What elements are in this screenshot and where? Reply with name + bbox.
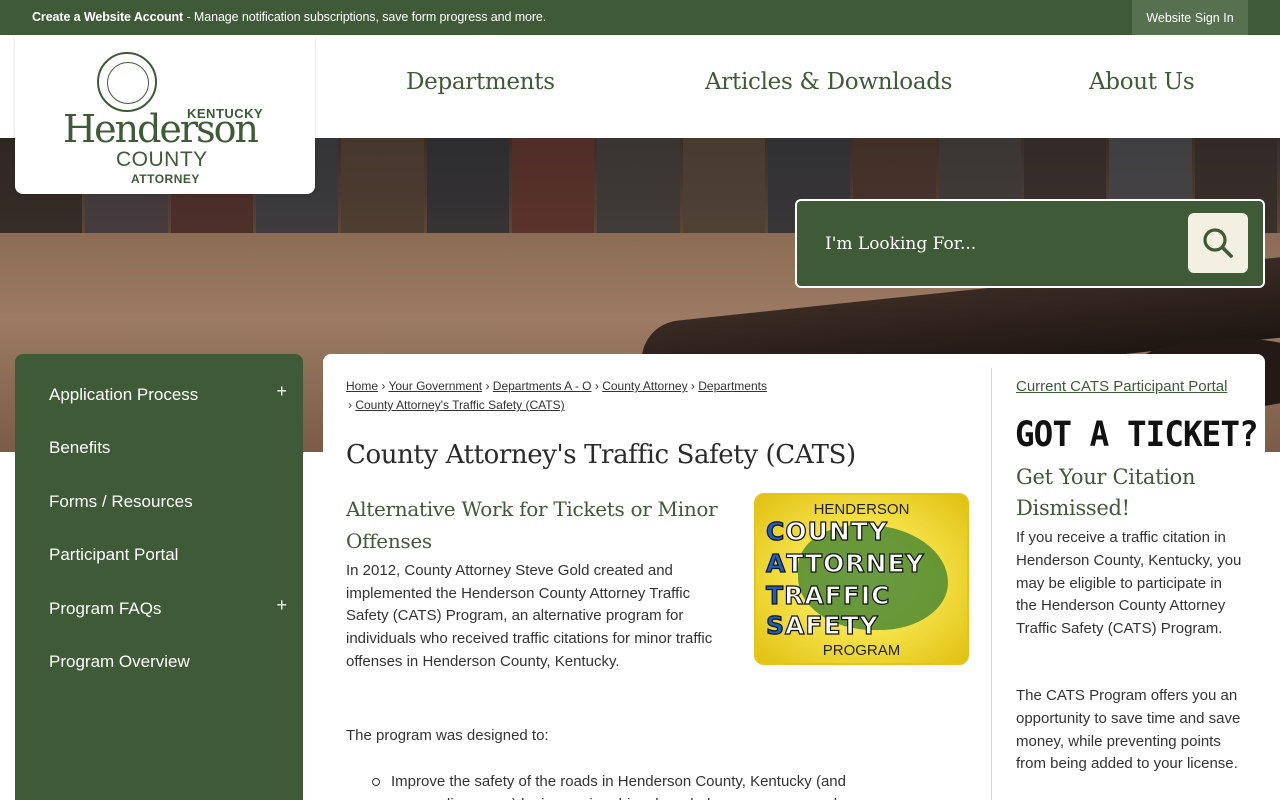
logo-henderson: Henderson [63, 107, 259, 151]
expand-plus-icon[interactable]: + [276, 381, 287, 402]
account-notice[interactable]: Create a Website Account - Manage notifi… [32, 10, 546, 24]
sidebar-item-label: Benefits [49, 438, 111, 458]
account-notice-text: - Manage notification subscriptions, sav… [183, 10, 547, 24]
intro-paragraph: In 2012, County Attorney Steve Gold crea… [346, 562, 713, 670]
top-notification-bar: Create a Website Account - Manage notifi… [0, 0, 1280, 35]
nav-about-us[interactable]: About Us [1089, 69, 1195, 95]
cats-logo-traffic: TRAFFIC [765, 580, 891, 610]
cats-logo-traffic-rest: RAFFIC [783, 580, 891, 610]
sidebar-item-forms-resources[interactable]: Forms / Resources [15, 475, 303, 529]
site-search [795, 199, 1265, 288]
cats-logo-attorney: ATTORNEY [765, 548, 925, 578]
list-item: Improve the safety of the roads in Hende… [368, 771, 888, 800]
goals-list: Improve the safety of the roads in Hende… [368, 771, 888, 800]
designed-to-label: The program was designed to: [346, 727, 549, 744]
column-divider [991, 368, 992, 800]
got-a-ticket-heading: GOT A TICKET? [1015, 415, 1259, 455]
logo-attorney: ATTORNEY [131, 172, 200, 186]
breadcrumb-home[interactable]: Home [346, 379, 378, 393]
breadcrumb-separator: › [381, 379, 386, 393]
benefits-paragraph: The CATS Program offers you an opportuni… [1016, 687, 1241, 773]
breadcrumb: Home › Your Government › Departments A -… [346, 377, 816, 415]
website-sign-in-button[interactable]: Website Sign In [1132, 0, 1248, 35]
citation-dismissed-heading: Get Your Citation Dismissed! [1016, 465, 1196, 520]
cats-logo-letter-a: A [765, 548, 787, 578]
sidebar-item-program-overview[interactable]: Program Overview [15, 636, 303, 690]
search-button[interactable] [1188, 213, 1248, 273]
cats-logo-program: PROGRAM [822, 642, 901, 659]
breadcrumb-separator: › [690, 379, 695, 393]
breadcrumb-separator: › [348, 398, 352, 412]
sidebar-item-application-process[interactable]: Application Process + [15, 368, 303, 422]
cats-logo-letter-c: C [765, 516, 786, 546]
sidebar-item-program-faqs[interactable]: Program FAQs + [15, 582, 303, 636]
breadcrumb-departments[interactable]: Departments [698, 379, 767, 393]
create-account-link[interactable]: Create a Website Account [32, 10, 183, 24]
search-input[interactable] [825, 221, 1185, 267]
sidebar-item-label: Participant Portal [49, 545, 179, 565]
nav-articles-downloads[interactable]: Articles & Downloads [705, 69, 952, 95]
breadcrumb-departments-a-o[interactable]: Departments A - O [493, 379, 592, 393]
page-title: County Attorney's Traffic Safety (CATS) [346, 440, 856, 470]
cats-logo-safety: SAFETY [765, 610, 879, 640]
breadcrumb-your-government[interactable]: Your Government [388, 379, 482, 393]
sidebar-item-participant-portal[interactable]: Participant Portal [15, 529, 303, 583]
breadcrumb-county-attorney[interactable]: County Attorney [602, 379, 687, 393]
sidebar-item-label: Forms / Resources [49, 491, 193, 511]
current-cats-portal-link[interactable]: Current CATS Participant Portal [1016, 378, 1227, 395]
breadcrumb-current-page[interactable]: County Attorney's Traffic Safety (CATS) [355, 398, 564, 412]
sidebar-item-benefits[interactable]: Benefits [15, 422, 303, 476]
sidebar-item-label: Program FAQs [49, 598, 162, 618]
section-subheading: Alternative Work for Tickets or Minor Of… [346, 497, 718, 553]
cats-logo-letter-s: S [765, 610, 786, 640]
breadcrumb-separator: › [594, 379, 599, 393]
cats-logo-letter-t: T [765, 580, 785, 610]
cats-logo-county: COUNTY [765, 516, 888, 546]
cats-logo-county-rest: OUNTY [785, 516, 888, 546]
search-icon [1203, 228, 1233, 258]
logo-county: COUNTY [116, 148, 208, 171]
nav-departments[interactable]: Departments [406, 69, 555, 95]
site-logo[interactable]: KENTUCKY Henderson COUNTY ATTORNEY [15, 35, 315, 194]
eligibility-paragraph: If you receive a traffic citation in Hen… [1016, 529, 1242, 638]
expand-plus-icon[interactable]: + [276, 595, 287, 616]
cats-logo-attorney-rest: TTORNEY [786, 548, 925, 578]
sidebar-nav: Application Process + Benefits Forms / R… [15, 354, 303, 800]
county-seal-icon [97, 52, 157, 112]
cats-logo-henderson: HENDERSON [813, 501, 910, 518]
cats-logo-safety-rest: AFETY [784, 610, 879, 640]
sidebar-item-label: Application Process [49, 384, 199, 404]
breadcrumb-separator: › [485, 379, 490, 393]
sidebar-item-label: Program Overview [49, 652, 190, 672]
cats-program-logo: HENDERSON COUNTY ATTORNEY TRAFFIC SAFETY… [754, 493, 969, 665]
